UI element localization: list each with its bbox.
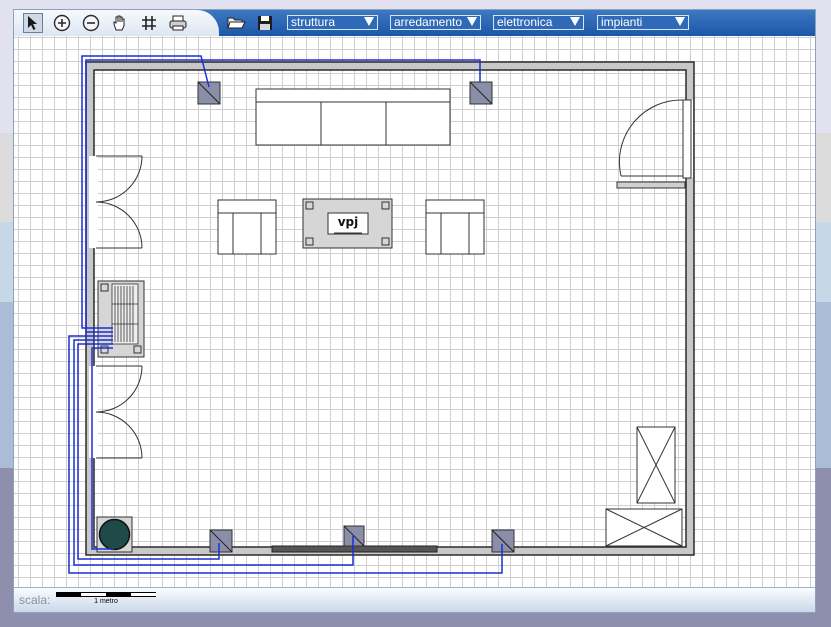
menu-struttura[interactable]: struttura — [287, 15, 378, 30]
door-left-upper[interactable] — [89, 155, 143, 249]
tv-stand[interactable] — [271, 545, 438, 553]
status-bar: scala: 1 metro — [14, 587, 815, 612]
chevron-down-icon — [467, 17, 477, 26]
equipment-rack[interactable] — [97, 280, 145, 358]
speaker-center[interactable] — [343, 525, 365, 547]
print-icon[interactable] — [168, 13, 188, 33]
projector-label: vpj — [338, 215, 359, 229]
speaker-rear-right[interactable] — [491, 529, 515, 553]
floor-plan-canvas[interactable]: vpj — [14, 36, 815, 587]
armchair-left[interactable] — [217, 199, 277, 255]
scale-label: scala: — [19, 593, 51, 607]
menu-impianti-label: impianti — [601, 15, 643, 29]
chevron-down-icon — [675, 17, 685, 26]
menu-arredamento[interactable]: arredamento — [390, 15, 481, 30]
zoom-out-icon[interactable] — [81, 13, 101, 33]
scale-bar: 1 metro — [56, 592, 156, 606]
door-left-lower[interactable] — [89, 365, 143, 459]
select-arrow-icon[interactable] — [23, 13, 43, 33]
door-right[interactable] — [616, 99, 693, 189]
menu-arredamento-label: arredamento — [394, 15, 463, 29]
pan-hand-icon[interactable] — [110, 13, 130, 33]
zoom-in-icon[interactable] — [52, 13, 72, 33]
menu-elettronica[interactable]: elettronica — [493, 15, 584, 30]
scale-text: 1 metro — [94, 598, 118, 605]
speaker-front-right[interactable] — [469, 81, 493, 105]
open-folder-icon[interactable] — [226, 13, 246, 33]
shelf-vertical[interactable] — [636, 426, 676, 504]
save-disk-icon[interactable] — [255, 13, 275, 33]
armchair-right[interactable] — [425, 199, 485, 255]
shelf-horizontal[interactable] — [605, 508, 683, 547]
app-window: struttura arredamento elettronica impian… — [13, 9, 816, 613]
chevron-down-icon — [364, 17, 374, 26]
menu-elettronica-label: elettronica — [497, 15, 553, 29]
toolbar: struttura arredamento elettronica impian… — [14, 10, 815, 36]
sofa[interactable] — [255, 88, 451, 146]
menu-impianti[interactable]: impianti — [597, 15, 689, 30]
video-projector[interactable]: vpj — [327, 212, 369, 235]
speaker-rear-left[interactable] — [209, 529, 233, 553]
chevron-down-icon — [570, 17, 580, 26]
grid-icon[interactable] — [139, 13, 159, 33]
menu-struttura-label: struttura — [291, 15, 336, 29]
subwoofer[interactable] — [96, 516, 133, 553]
